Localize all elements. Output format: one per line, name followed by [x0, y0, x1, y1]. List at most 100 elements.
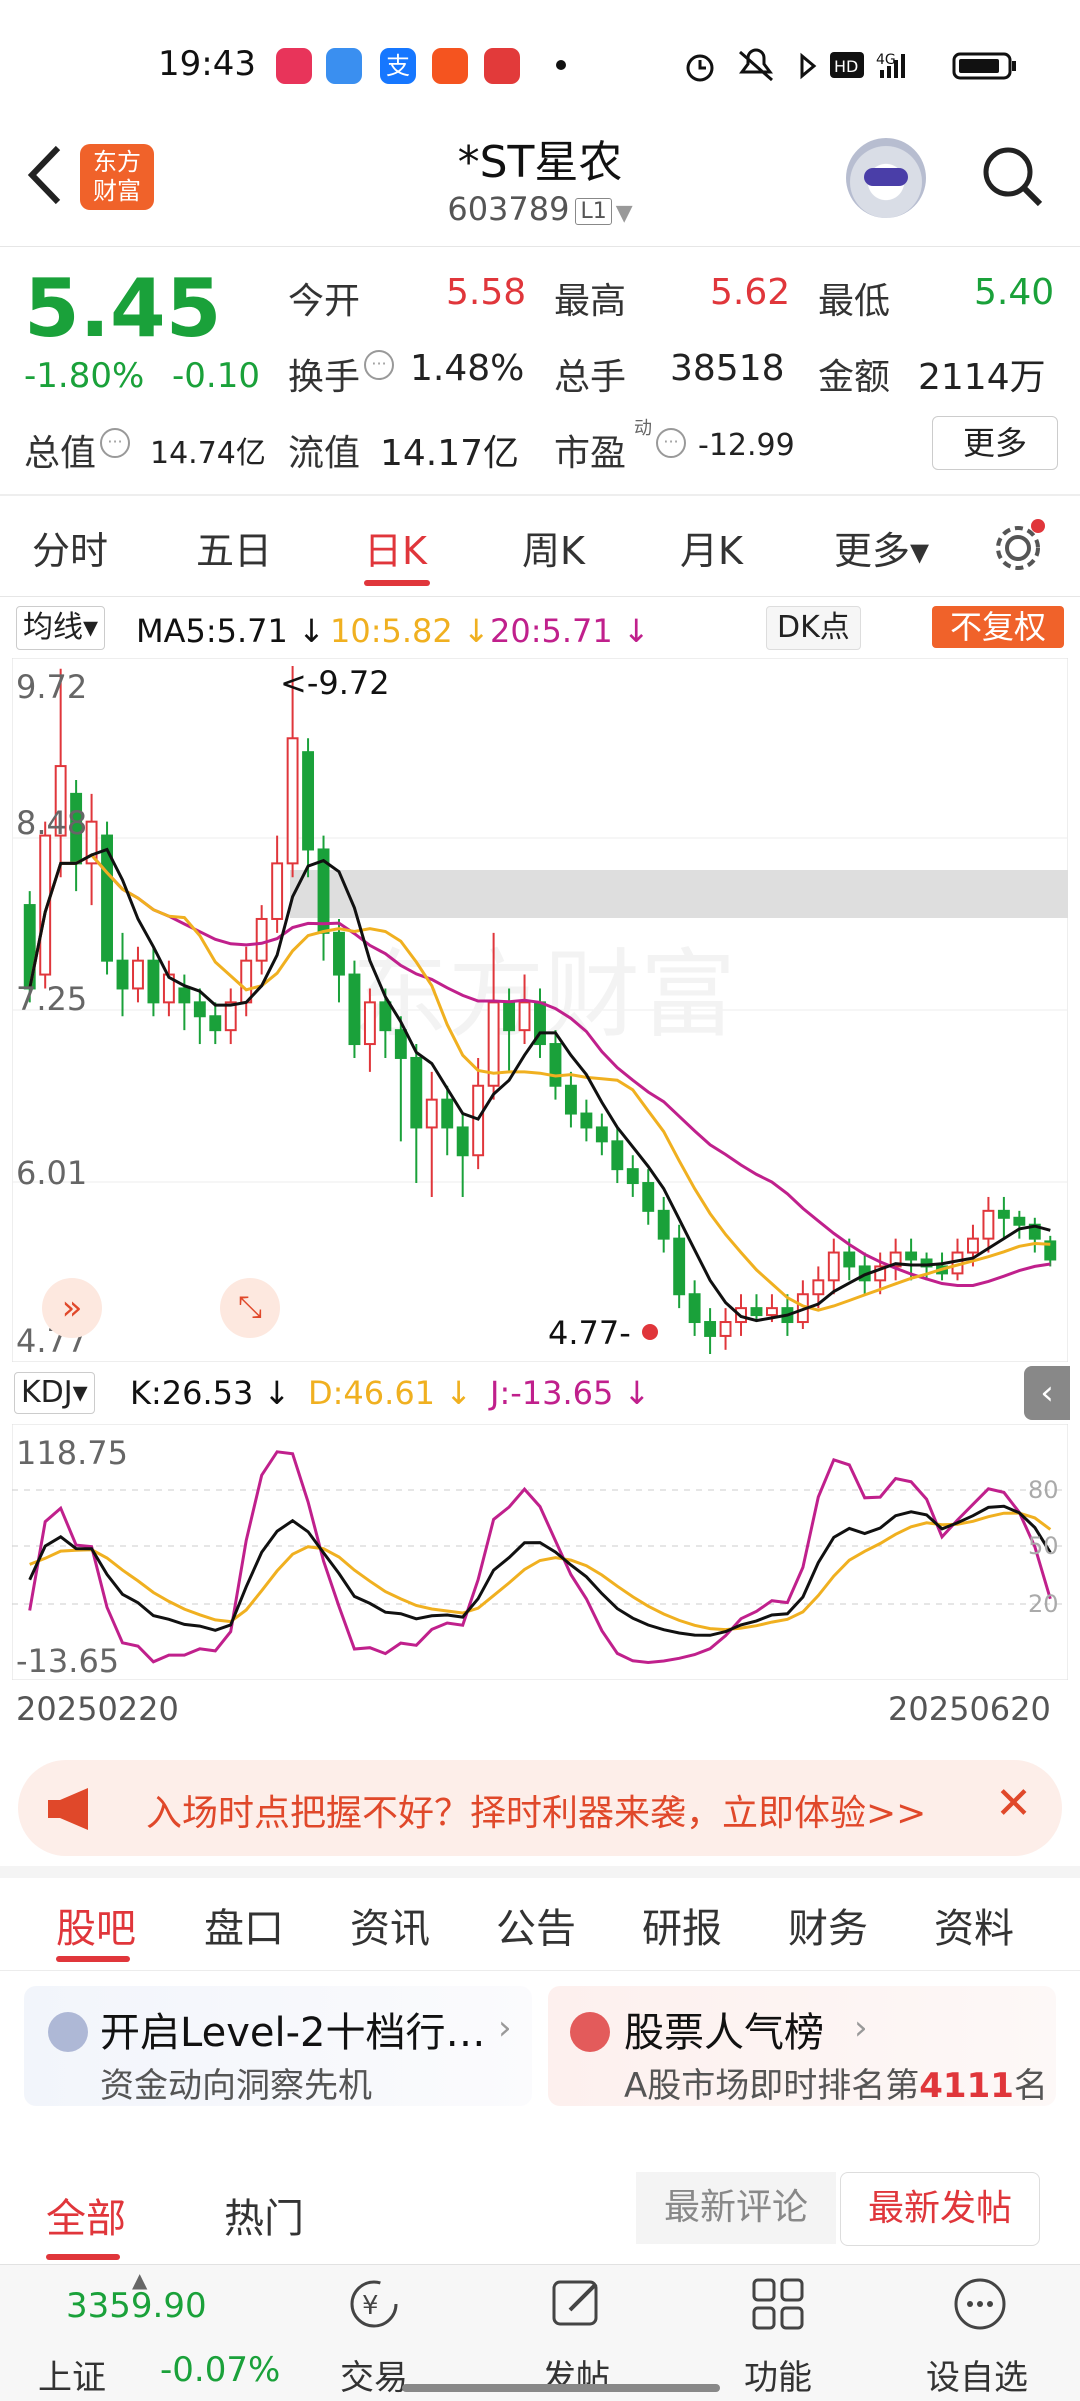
- alipay-app-icon: 支: [380, 48, 416, 84]
- kdj-ref-80: 80: [1028, 1476, 1059, 1504]
- info-icon[interactable]: ···: [364, 350, 394, 380]
- candle-body: [719, 1321, 732, 1337]
- fullscreen-icon[interactable]: ⤡: [220, 1278, 280, 1338]
- y-tick-2: 8.48: [16, 804, 88, 842]
- period-tab-1[interactable]: 五日: [196, 520, 272, 575]
- mktcap-value: 14.74亿: [150, 436, 266, 471]
- kdj-d-value: D:46.61: [308, 1374, 436, 1412]
- kdj-d-label: D:46.61 ↓: [308, 1374, 472, 1412]
- section-tab-indicator: [56, 1956, 130, 1962]
- more-notifications-icon: [556, 60, 566, 70]
- section-tab-0[interactable]: 股吧: [56, 1896, 136, 1954]
- max-price-label: <-9.72: [280, 664, 390, 702]
- chevron-right-icon: ›: [498, 2008, 512, 2048]
- float-value: 14.17亿: [380, 433, 520, 474]
- ma5-label: MA5:5.71 ↓: [136, 612, 325, 650]
- active-tab-indicator: [364, 580, 430, 586]
- date-start: 20250220: [16, 1690, 179, 1728]
- y-tick-4: 6.01: [16, 1154, 88, 1192]
- candle-body: [333, 931, 345, 976]
- shopping-app-icon: [484, 48, 520, 84]
- watchlist-icon[interactable]: [950, 2274, 1010, 2334]
- popularity-card[interactable]: 股票人气榜 › A股市场即时排名第4111名: [548, 1986, 1056, 2106]
- section-tab-2[interactable]: 资讯: [350, 1896, 430, 1954]
- indicator-select[interactable]: 均线▾: [16, 606, 106, 650]
- section-tab-1[interactable]: 盘口: [204, 1896, 284, 1954]
- no-adjust-button[interactable]: 不复权: [932, 606, 1064, 648]
- down-arrow-icon: ↓: [298, 612, 325, 650]
- caret-up-icon: ▲: [132, 2268, 148, 2292]
- candle-body: [982, 1209, 995, 1240]
- section-tab-3[interactable]: 公告: [496, 1896, 576, 1954]
- period-tab-2[interactable]: 日K: [364, 520, 427, 575]
- candle-body: [425, 1098, 438, 1129]
- index-value[interactable]: 3359.90: [66, 2286, 207, 2326]
- candle-body: [642, 1182, 655, 1212]
- dk-point-button[interactable]: DK点: [766, 606, 861, 650]
- collapse-panel-icon[interactable]: ‹: [1024, 1366, 1070, 1420]
- kdj-tick-top: 118.75: [16, 1434, 128, 1472]
- ma20-label: 20:5.71 ↓: [490, 612, 650, 650]
- period-tab-3[interactable]: 周K: [522, 520, 585, 575]
- function-grid-icon[interactable]: [748, 2274, 808, 2334]
- change-percent: -1.80%: [24, 356, 145, 396]
- assistant-robot-icon[interactable]: [846, 138, 926, 218]
- section-tab-6[interactable]: 资料: [934, 1896, 1014, 1954]
- chart-settings-gear-icon[interactable]: [990, 516, 1050, 580]
- feed-tab-hot[interactable]: 热门: [224, 2186, 304, 2244]
- trade-label[interactable]: 交易: [340, 2350, 408, 2399]
- more-quote-button[interactable]: 更多: [932, 416, 1058, 470]
- rank-prefix: A股市场即时排名第: [624, 2066, 920, 2106]
- candle-body: [765, 1307, 778, 1317]
- function-label[interactable]: 功能: [744, 2350, 812, 2399]
- pe-value: -12.99: [698, 428, 795, 463]
- feed-tab-all[interactable]: 全部: [46, 2186, 126, 2244]
- volume-label: 总手: [554, 357, 627, 398]
- ma20-value: 20:5.71: [490, 612, 613, 650]
- newest-comment-button[interactable]: 最新评论: [636, 2172, 836, 2244]
- close-icon[interactable]: ✕: [995, 1778, 1032, 1829]
- section-tab-4[interactable]: 研报: [642, 1896, 722, 1954]
- down-arrow-icon: ↓: [623, 1374, 651, 1412]
- candle-body: [348, 973, 361, 1046]
- section-tab-5[interactable]: 财务: [788, 1896, 868, 1954]
- kdj-select[interactable]: KDJ▾: [14, 1372, 95, 1414]
- promo-banner[interactable]: 入场时点把握不好？择时利器来袭，立即体验>> ✕: [18, 1760, 1062, 1856]
- status-bar: 19:43 支 HD 4G: [0, 0, 1080, 130]
- level2-card[interactable]: 开启Level-2十档行… › 资金动向洞察先机: [24, 1986, 532, 2106]
- candle-body: [580, 1112, 593, 1129]
- period-tab-0[interactable]: 分时: [32, 520, 108, 575]
- mktcap-label: 总值: [24, 433, 97, 474]
- stock-code: 603789: [447, 190, 570, 228]
- index-change[interactable]: -0.07%: [160, 2350, 280, 2390]
- turnover-label: 换手: [288, 357, 361, 398]
- candle-body: [843, 1251, 856, 1268]
- kline-chart[interactable]: 东方财富 9.72 8.48 7.25 6.01 4.77 <-9.72 4.7…: [11, 657, 1069, 1363]
- period-tab-5[interactable]: 更多▾: [834, 520, 929, 575]
- candle-body: [595, 1126, 608, 1143]
- info-icon[interactable]: ···: [100, 428, 130, 458]
- trade-icon[interactable]: ¥: [344, 2274, 404, 2334]
- kdj-k-label: K:26.53 ↓: [130, 1374, 290, 1412]
- down-arrow-icon: ↓: [622, 612, 650, 650]
- newest-post-button[interactable]: 最新发帖: [840, 2172, 1040, 2246]
- candle-body: [363, 1001, 376, 1046]
- index-name[interactable]: 上证: [38, 2350, 106, 2399]
- candle-body: [611, 1140, 624, 1171]
- candle-body: [394, 1029, 407, 1059]
- period-tab-4[interactable]: 月K: [680, 520, 743, 575]
- change-amount: -0.10: [172, 356, 260, 396]
- music-app-icon: [276, 48, 312, 84]
- watchlist-label[interactable]: 设自选: [926, 2350, 1028, 2399]
- post-icon[interactable]: [548, 2274, 608, 2334]
- info-icon[interactable]: ···: [656, 428, 686, 458]
- level2-subtitle: 资金动向洞察先机: [100, 2066, 372, 2106]
- open-label: 今开: [288, 281, 361, 322]
- search-icon[interactable]: [978, 142, 1043, 207]
- candle-body: [657, 1209, 670, 1240]
- kdj-chart[interactable]: 118.75 -13.65 80 50 20: [11, 1423, 1069, 1681]
- candle-body: [626, 1168, 639, 1185]
- expand-left-icon[interactable]: »: [42, 1278, 102, 1338]
- candle-body: [441, 1098, 454, 1129]
- last-price: 5.45: [24, 262, 222, 355]
